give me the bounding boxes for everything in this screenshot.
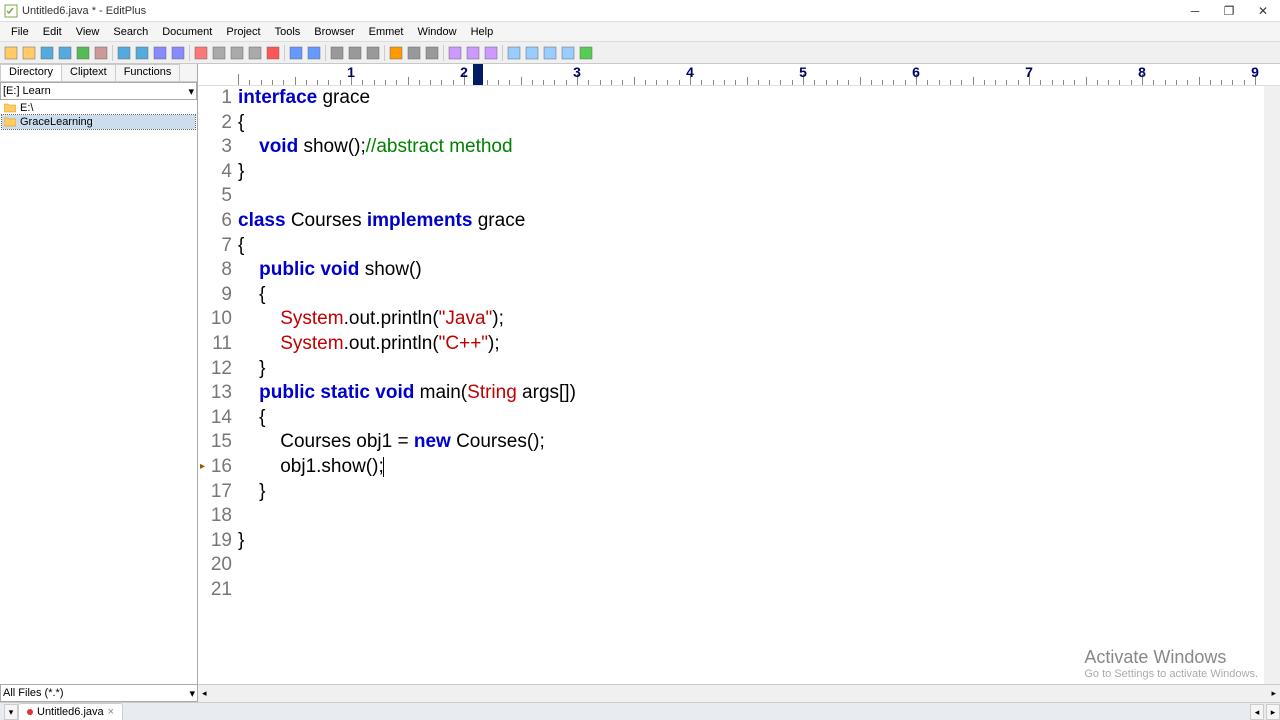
toolbar-button-23[interactable]	[365, 45, 381, 61]
toolbar-button-34[interactable]	[524, 45, 540, 61]
close-button[interactable]: ✕	[1246, 0, 1280, 22]
toolbar-button-35[interactable]	[542, 45, 558, 61]
toolbar-button-33[interactable]	[506, 45, 522, 61]
toolbar-button-19[interactable]	[306, 45, 322, 61]
sidebar-tab-functions[interactable]: Functions	[115, 64, 181, 81]
tree-item[interactable]: E:\	[2, 101, 195, 115]
menubar: FileEditViewSearchDocumentProjectToolsBr…	[0, 22, 1280, 42]
toolbar-button-8[interactable]	[134, 45, 150, 61]
ruler: 123456789	[198, 64, 1280, 86]
toolbar-button-0[interactable]	[3, 45, 19, 61]
path-combo[interactable]: [E:] Learn ▾	[0, 82, 197, 100]
sidebar-tabs: DirectoryCliptextFunctions	[0, 64, 197, 82]
toolbar-button-3[interactable]	[57, 45, 73, 61]
tree-item-label: GraceLearning	[20, 116, 93, 128]
toolbar-button-31[interactable]	[483, 45, 499, 61]
folder-icon	[4, 103, 16, 113]
hscroll-right-icon[interactable]: ▸	[1267, 688, 1280, 699]
toolbar-button-1[interactable]	[21, 45, 37, 61]
menu-window[interactable]: Window	[410, 24, 463, 40]
toolbar-button-26[interactable]	[406, 45, 422, 61]
app-icon	[4, 4, 18, 18]
toolbar-button-12[interactable]	[193, 45, 209, 61]
code-text[interactable]: interface grace{ void show();//abstract …	[238, 86, 576, 684]
menu-emmet[interactable]: Emmet	[362, 24, 411, 40]
toolbar-button-36[interactable]	[560, 45, 576, 61]
menu-edit[interactable]: Edit	[36, 24, 69, 40]
chevron-down-icon[interactable]: ▾	[188, 85, 194, 98]
document-tabs: ▾ Untitled6.java × ◂ ▸	[0, 702, 1280, 720]
editor: 123456789 123456789101112131415161718192…	[198, 64, 1280, 684]
menu-file[interactable]: File	[4, 24, 36, 40]
vertical-scrollbar[interactable]	[1264, 86, 1280, 684]
tab-next-icon[interactable]: ▸	[1266, 704, 1280, 720]
maximize-button[interactable]: ❐	[1212, 0, 1246, 22]
document-tab-label: Untitled6.java	[37, 706, 104, 718]
menu-project[interactable]: Project	[219, 24, 267, 40]
menu-document[interactable]: Document	[155, 24, 219, 40]
modified-dot-icon	[27, 709, 33, 715]
toolbar-button-27[interactable]	[424, 45, 440, 61]
toolbar-button-29[interactable]	[447, 45, 463, 61]
menu-browser[interactable]: Browser	[307, 24, 361, 40]
minimize-button[interactable]: ─	[1178, 0, 1212, 22]
toolbar-button-22[interactable]	[347, 45, 363, 61]
sidebar-tab-directory[interactable]: Directory	[0, 64, 62, 81]
toolbar-button-4[interactable]	[75, 45, 91, 61]
toolbar-button-2[interactable]	[39, 45, 55, 61]
toolbar-button-10[interactable]	[170, 45, 186, 61]
toolbar-button-25[interactable]	[388, 45, 404, 61]
window-title: Untitled6.java * - EditPlus	[22, 5, 146, 17]
toolbar-button-13[interactable]	[211, 45, 227, 61]
toolbar-button-15[interactable]	[247, 45, 263, 61]
menu-help[interactable]: Help	[464, 24, 501, 40]
path-combo-value: [E:] Learn	[3, 85, 51, 97]
toolbar	[0, 42, 1280, 64]
toolbar-button-30[interactable]	[465, 45, 481, 61]
line-gutter: 123456789101112131415161718192021	[198, 86, 238, 684]
folder-icon	[4, 117, 16, 127]
toolbar-button-21[interactable]	[329, 45, 345, 61]
menu-view[interactable]: View	[69, 24, 107, 40]
toolbar-button-5[interactable]	[93, 45, 109, 61]
tree-item-label: E:\	[20, 102, 33, 114]
sidebar: DirectoryCliptextFunctions [E:] Learn ▾ …	[0, 64, 198, 684]
tab-prev-icon[interactable]: ◂	[1250, 704, 1264, 720]
toolbar-button-18[interactable]	[288, 45, 304, 61]
tab-list-icon[interactable]: ▾	[4, 704, 18, 720]
toolbar-button-7[interactable]	[116, 45, 132, 61]
menu-search[interactable]: Search	[106, 24, 155, 40]
toolbar-button-14[interactable]	[229, 45, 245, 61]
toolbar-button-9[interactable]	[152, 45, 168, 61]
chevron-down-icon[interactable]: ▾	[189, 687, 195, 700]
file-filter-value: All Files (*.*)	[3, 687, 64, 699]
tab-close-icon[interactable]: ×	[108, 706, 114, 718]
document-tab[interactable]: Untitled6.java ×	[18, 703, 123, 720]
directory-tree[interactable]: E:\ GraceLearning	[0, 100, 197, 684]
menu-tools[interactable]: Tools	[268, 24, 308, 40]
code-area[interactable]: 123456789101112131415161718192021 interf…	[198, 86, 1280, 684]
file-filter-combo[interactable]: All Files (*.*) ▾	[0, 684, 198, 702]
toolbar-button-37[interactable]	[578, 45, 594, 61]
toolbar-button-16[interactable]	[265, 45, 281, 61]
tree-item[interactable]: GraceLearning	[2, 115, 195, 129]
sidebar-tab-cliptext[interactable]: Cliptext	[61, 64, 116, 81]
hscroll-left-icon[interactable]: ◂	[198, 688, 211, 699]
titlebar: Untitled6.java * - EditPlus ─ ❐ ✕	[0, 0, 1280, 22]
